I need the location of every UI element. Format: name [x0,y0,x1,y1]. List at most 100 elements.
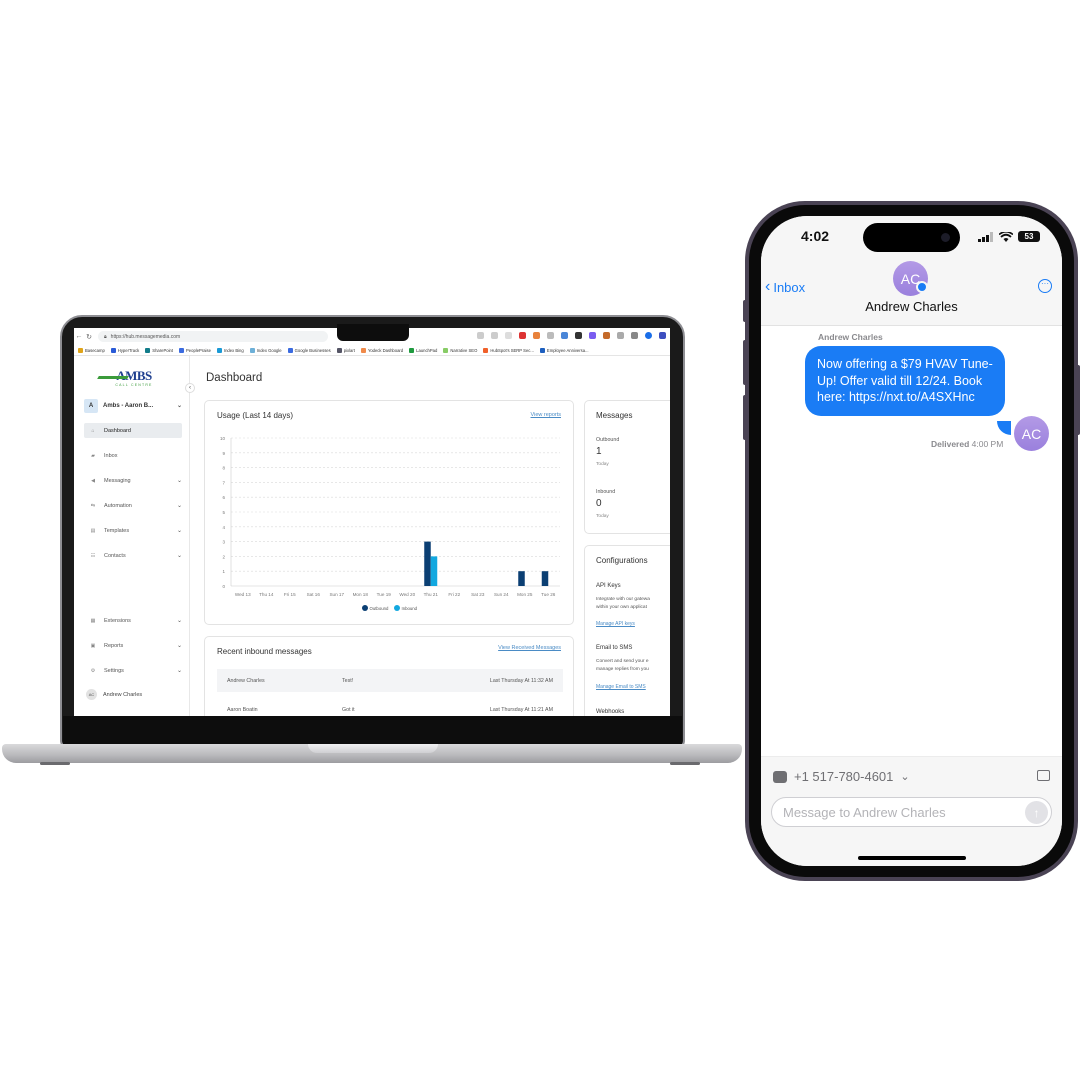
user-name: Andrew Charles [103,691,143,698]
sidebar-item-messaging[interactable]: ◀ Messaging ⌄ [84,473,182,488]
read-aloud-icon[interactable] [491,332,498,339]
camera-icon[interactable] [617,332,624,339]
from-number: +1 517-780-4601 [794,769,894,784]
email-to-sms-desc: Convert and send your e [596,659,649,664]
dynamic-island [863,223,960,252]
ambs-logo[interactable]: AMBS CALL CENTRE [97,368,162,387]
bar-outbound [541,571,549,586]
extension-icon[interactable] [645,332,652,339]
status-icons: 53 [978,231,1040,242]
x-tick-label: Sun 24 [494,592,509,597]
bookmark[interactable]: HubSpot's SERP Sec... [483,347,534,353]
address-bar[interactable]: 🔒︎ https://hub.messagemedia.com [98,331,328,342]
bookmark[interactable]: Index Bing [216,347,244,353]
gear-icon: ⚙ [90,667,96,674]
extension-icon[interactable] [519,332,526,339]
x-tick-label: Fri 15 [284,592,296,597]
more-options-icon[interactable]: ··· [1038,279,1052,293]
signal-icon [978,231,993,242]
laptop-foot [670,762,700,765]
delivery-status: Delivered 4:00 PM [931,439,1004,449]
sidebar-item-templates[interactable]: ▤ Templates ⌄ [84,523,182,538]
bookmark[interactable]: Google Businesses [287,347,331,353]
extension-icon[interactable] [603,332,610,339]
bookmark[interactable]: PeoplePraise [179,347,211,353]
battery-icon: 53 [1018,231,1040,242]
profile-icon[interactable] [659,332,666,339]
y-tick-label: 5 [222,510,225,515]
bookmark[interactable]: LaunchPad [409,347,437,353]
star-icon[interactable] [505,332,512,339]
bookmark[interactable]: Yodeck Dashboard [360,347,403,353]
back-to-inbox-button[interactable]: ‹ Inbox [765,278,805,296]
table-row[interactable]: Andrew Charles Test! Last Thursday At 11… [217,669,563,692]
collapse-sidebar-button[interactable]: ‹ [185,383,195,393]
x-tick-label: Mon 18 [353,592,369,597]
message-input[interactable]: Message to Andrew Charles ↑ [771,797,1052,827]
table-row[interactable]: Aaron Boatin Got it Last Thursday At 11:… [217,698,563,716]
y-tick-label: 6 [222,495,225,500]
chevron-down-icon: ⌄ [900,771,910,783]
send-button[interactable]: ↑ [1025,801,1048,824]
extension-icon[interactable] [631,332,638,339]
messages-card: Messages Outbound 1 Today Inbound 0 Toda… [584,400,670,534]
chevron-down-icon: ⌄ [176,643,182,649]
url-text: https://hub.messagemedia.com [110,333,181,340]
chevron-down-icon: ⌄ [176,668,182,674]
reload-icon[interactable]: ↻ [84,333,94,341]
templates-icon[interactable] [1037,770,1050,781]
manage-api-keys-link[interactable]: Manage API keys [596,621,635,627]
message-input-placeholder: Message to Andrew Charles [783,804,946,820]
x-tick-label: Sat 16 [307,592,321,597]
grid-icon: ▦ [90,617,96,624]
extension-icon[interactable] [561,332,568,339]
user-avatar: AC [86,689,97,700]
bookmark[interactable]: Employee Anniversa... [539,347,589,353]
phone-chat-icon [773,770,787,783]
x-tick-label: Tue 19 [377,592,392,597]
contact-name[interactable]: Andrew Charles [761,299,1062,314]
from-number-selector[interactable]: +1 517-780-4601 ⌄ [773,769,910,784]
view-received-messages-link[interactable]: View Received Messages [498,645,561,651]
account-switcher[interactable]: A Ambs - Aaron B... ⌄ [84,398,182,413]
configurations-card: Configurations API Keys Integrate with o… [584,545,670,716]
page-title: Dashboard [206,372,263,384]
sidebar-item-inbox[interactable]: ▰ Inbox [84,448,182,463]
bookmark[interactable]: SharePoint [145,347,173,353]
extension-icon[interactable] [575,332,582,339]
extension-icon[interactable] [589,332,596,339]
sidebar-item-automation[interactable]: ⇆ Automation ⌄ [84,498,182,513]
email-to-sms-title: Email to SMS [596,645,633,651]
sidebar-item-reports[interactable]: ▣ Reports ⌄ [84,638,182,653]
x-tick-label: Wed 13 [235,592,251,597]
extension-icon[interactable] [533,332,540,339]
sidebar-item-extensions[interactable]: ▦ Extensions ⌄ [84,613,182,628]
sidebar-item-settings[interactable]: ⚙ Settings ⌄ [84,663,182,678]
bookmark[interactable]: Index Google [249,347,282,353]
x-tick-label: Tue 26 [541,592,556,597]
bookmark[interactable]: HyperTrack [110,347,139,353]
y-tick-label: 10 [220,436,226,441]
reports-icon: ▣ [90,642,96,649]
bookmark[interactable]: Basecamp [78,347,105,353]
laptop-foot [40,762,70,765]
usage-card: Usage (Last 14 days) View reports 012345… [204,400,574,625]
y-tick-label: 8 [222,466,225,471]
bookmark[interactable]: pixlart [336,347,355,353]
outbound-value: 1 [596,446,602,457]
manage-email-to-sms-link[interactable]: Manage Email to SMS [596,684,646,690]
bar-outbound [518,571,525,586]
x-tick-label: Fri 22 [448,592,460,597]
zoom-icon[interactable] [477,332,484,339]
user-profile[interactable]: AC Andrew Charles [86,689,142,700]
bookmark[interactable]: Narrative SEO [443,347,477,353]
extension-icon[interactable] [547,332,554,339]
back-icon[interactable]: ← [74,333,84,340]
sidebar-item-contacts[interactable]: ☷ Contacts ⌄ [84,548,182,563]
message-bubble[interactable]: Now offering a $79 HVAV Tune-Up! Offer v… [805,346,1005,416]
sidebar-item-dashboard[interactable]: ⌂ Dashboard [84,423,182,438]
home-indicator [858,856,966,860]
sender-avatar: AC [1014,416,1049,451]
configurations-title: Configurations [596,556,648,565]
chevron-down-icon: ⌄ [176,478,182,484]
